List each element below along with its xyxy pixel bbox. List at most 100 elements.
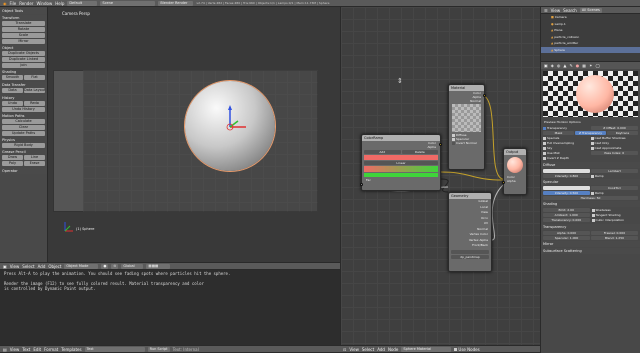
node-editor-type-icon[interactable]: ⊡ xyxy=(343,347,346,352)
alpha-field[interactable]: Alpha: 0.000 xyxy=(543,231,590,235)
rotate-button[interactable]: Rotate xyxy=(2,27,45,32)
viewport-menu-object[interactable]: Object xyxy=(48,264,61,269)
colorramp-gradient[interactable] xyxy=(364,166,438,172)
blend-field[interactable]: Blend: 1.250 xyxy=(591,236,638,240)
cubic-interpolation-option[interactable]: Cubic Interpolation xyxy=(591,218,639,223)
menu-help[interactable]: Help xyxy=(55,1,64,6)
render-tab-icon[interactable]: ▣ xyxy=(544,63,548,68)
menu-render[interactable]: Render xyxy=(19,1,33,6)
material-node[interactable]: Material Color Alpha Normal Diffuse Spec… xyxy=(448,84,486,170)
colorramp-end-swatch[interactable] xyxy=(364,173,438,177)
3d-viewport[interactable]: Camera Persp (1) Sphere xyxy=(48,7,340,262)
raytrace-tab[interactable]: Raytrace xyxy=(607,131,638,135)
particles-tab-icon[interactable]: ✶ xyxy=(589,63,592,68)
smooth-button[interactable]: Smooth xyxy=(2,75,23,80)
world-tab-icon[interactable]: ◍ xyxy=(557,63,561,68)
duplicate-linked-button[interactable]: Duplicate Linked xyxy=(2,57,45,62)
rigid-body-button[interactable]: Rigid Body xyxy=(2,143,45,148)
diffuse-header[interactable]: Diffuse xyxy=(541,162,640,168)
colorramp-color-socket[interactable] xyxy=(439,143,442,146)
node-menu-add[interactable]: Add xyxy=(377,347,385,352)
blender-logo-icon[interactable]: ◉ xyxy=(3,1,7,6)
calculate-button[interactable]: Calculate xyxy=(2,119,45,124)
geometry-node[interactable]: Geometry Global Local View Orco UV Norma… xyxy=(448,192,492,272)
outliner-type-icon[interactable]: ☰ xyxy=(544,8,548,13)
duplicate-objects-button[interactable]: Duplicate Objects xyxy=(2,51,45,56)
update-paths-button[interactable]: Update Paths xyxy=(2,131,45,136)
mirror-button[interactable]: Mirror xyxy=(2,39,45,44)
menu-file[interactable]: File xyxy=(10,1,17,6)
flat-button[interactable]: Flat xyxy=(24,75,45,80)
viewport-menu-select[interactable]: Select xyxy=(22,264,34,269)
viewport-menu-add[interactable]: Add xyxy=(38,264,46,269)
menu-window[interactable]: Window xyxy=(36,1,52,6)
emit-field[interactable]: Emit: 2.00 xyxy=(543,208,590,212)
hardness-field[interactable]: Hardness: 50 xyxy=(543,196,638,200)
outliner[interactable]: ☰ View Search All Scenes ■ Camera ● Lamp… xyxy=(540,7,640,62)
shading-header[interactable]: Shading xyxy=(541,201,640,207)
layers-icon[interactable]: ▦▦▦ xyxy=(146,263,171,269)
specular-alpha-field[interactable]: Specular: 1.000 xyxy=(543,236,590,240)
clear-button[interactable]: Clear xyxy=(2,125,45,130)
text-menu-text[interactable]: Text xyxy=(22,347,30,352)
colorramp-node[interactable]: ColorRamp Color Alpha Add Delete Linear … xyxy=(360,134,442,191)
geometry-uv-field[interactable] xyxy=(451,249,489,254)
z-transparency-tab[interactable]: Z Transparency xyxy=(575,131,606,135)
text-menu-format[interactable]: Format xyxy=(44,347,58,352)
text-menu-templates[interactable]: Templates xyxy=(61,347,81,352)
colorramp-fac-socket[interactable] xyxy=(360,183,363,186)
material-color-socket[interactable] xyxy=(483,94,486,97)
preview-horizon-options[interactable]: Preview Horizon Options xyxy=(541,119,640,125)
outliner-filter-select[interactable]: All Scenes xyxy=(579,7,602,13)
outliner-menu-search[interactable]: Search xyxy=(563,8,577,13)
specular-ramp-checkbox[interactable]: Ramp xyxy=(591,191,638,195)
text-menu-view[interactable]: View xyxy=(10,347,20,352)
invert-normal-option[interactable]: Invert Normal xyxy=(449,141,484,145)
join-button[interactable]: Join xyxy=(2,63,45,68)
output-color-socket[interactable] xyxy=(502,181,505,184)
mode-select[interactable]: Object Mode xyxy=(64,263,99,269)
physics-tab-icon[interactable]: ◯ xyxy=(595,63,599,68)
geometry-vertex-color-field[interactable]: dp_paintmap xyxy=(451,254,489,259)
transform-gizmo-icon[interactable] xyxy=(216,101,256,141)
use-nodes-checkbox[interactable]: Use Nodes xyxy=(454,347,480,352)
poly-button[interactable]: Poly xyxy=(2,161,23,166)
node-menu-select[interactable]: Select xyxy=(362,347,374,352)
diffuse-ramp-checkbox[interactable]: Ramp xyxy=(591,174,638,178)
transparency-checkbox[interactable]: Transparency xyxy=(543,126,590,130)
data-button[interactable]: Data xyxy=(2,88,23,93)
outliner-item-sphere[interactable]: ▲ Sphere xyxy=(541,46,640,53)
specular-color-swatch[interactable] xyxy=(543,186,590,190)
transparency-header[interactable]: Transparency xyxy=(541,224,640,230)
layout-select[interactable]: Default xyxy=(67,0,98,6)
colorramp-interp-select[interactable]: Linear xyxy=(364,161,438,165)
run-script-button[interactable]: Run Script xyxy=(147,346,170,352)
editor-type-icon[interactable]: ▣ xyxy=(3,264,7,269)
object-tab-icon[interactable]: ▲ xyxy=(563,63,566,68)
text-editor[interactable]: Press Alt-A to play the animation. You s… xyxy=(0,270,340,345)
sss-header[interactable]: Subsurface Scattering xyxy=(541,248,640,254)
mask-tab[interactable]: Mask xyxy=(543,131,574,135)
operator-header[interactable]: Operator xyxy=(0,168,47,174)
properties-panel[interactable]: ▣ ◈ ◍ ▲ ✎ ● ▦ ✶ ◯ Preview Horizon Option… xyxy=(540,62,640,353)
fresnel-field[interactable]: Fresnel: 0.000 xyxy=(591,231,638,235)
data-layout-button[interactable]: Data Layout xyxy=(24,88,45,93)
pivot-select-icon[interactable]: ⊙ xyxy=(111,263,119,269)
draw-button[interactable]: Draw xyxy=(2,155,23,160)
undo-button[interactable]: Undo xyxy=(2,101,23,106)
z-offset-field[interactable]: Z Offset: 0.000 xyxy=(591,126,638,130)
material-name-field[interactable]: Sphere Material xyxy=(401,346,452,352)
diffuse-shader-select[interactable]: Lambert xyxy=(591,169,638,173)
texture-tab-icon[interactable]: ▦ xyxy=(582,63,586,68)
outliner-menu-view[interactable]: View xyxy=(551,8,561,13)
colorramp-start-swatch[interactable] xyxy=(364,155,438,160)
erase-button[interactable]: Erase xyxy=(24,161,45,166)
specular-intensity-field[interactable]: Intensity: 0.500 xyxy=(543,191,590,195)
pass-index-field[interactable]: Pass Index: 0 xyxy=(590,151,638,155)
specular-shader-select[interactable]: CookTorr xyxy=(591,186,638,190)
output-node[interactable]: Output Color Alpha xyxy=(502,148,527,195)
text-menu-edit[interactable]: Edit xyxy=(33,347,41,352)
invert-z-option[interactable]: Invert Z Depth xyxy=(543,156,591,161)
ambient-field[interactable]: Ambient: 1.000 xyxy=(543,213,590,217)
translucency-field[interactable]: Translucency: 0.000 xyxy=(543,218,590,222)
